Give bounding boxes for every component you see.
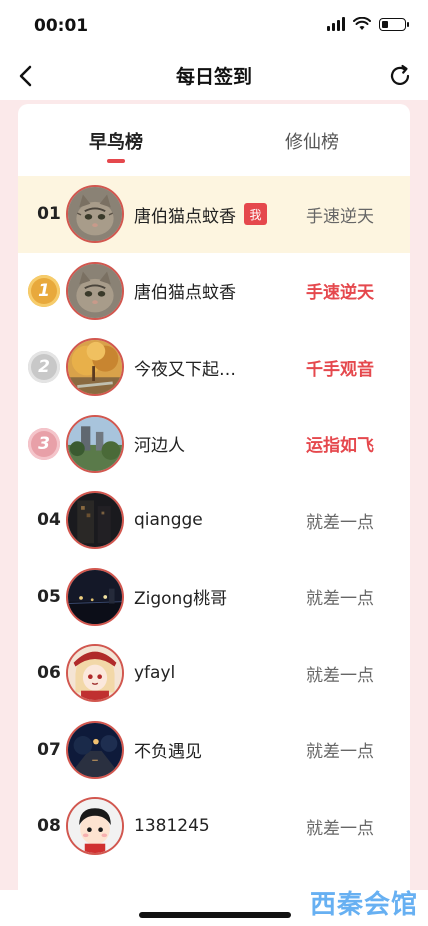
- status-bar: 00:01: [0, 0, 428, 52]
- tab-early-bird[interactable]: 早鸟榜: [18, 104, 214, 176]
- leaderboard-card: 早鸟榜 修仙榜 01 唐伯猫点蚊香 我 手速逆天 1 唐伯猫点蚊香 手速逆天 2…: [18, 104, 410, 890]
- speed-status: 运指如飞: [306, 436, 374, 457]
- username: Zigong桃哥: [134, 589, 228, 610]
- medal-number: 2: [38, 357, 50, 378]
- username: qiangge: [134, 510, 203, 531]
- tab-immortal-label: 修仙榜: [285, 132, 339, 153]
- speed-status: 千手观音: [306, 359, 374, 380]
- cartoon-boy-avatar-image: [68, 799, 122, 854]
- rank-number: 04: [37, 510, 61, 531]
- username: 不负遇见: [134, 742, 202, 763]
- speed-status: 就差一点: [306, 742, 374, 763]
- speed-status: 手速逆天: [306, 283, 374, 304]
- speed-status: 就差一点: [306, 512, 374, 533]
- list-item[interactable]: 05 Zigong桃哥 就差一点: [18, 559, 410, 636]
- avatar: [66, 491, 124, 550]
- username: 唐伯猫点蚊香: [134, 206, 236, 227]
- gold-medal-icon: 1: [28, 274, 60, 307]
- list-item[interactable]: 04 qiangge 就差一点: [18, 482, 410, 559]
- anime-girl-avatar-image: [68, 646, 122, 701]
- rank-number: 05: [37, 586, 61, 607]
- silver-medal-icon: 2: [28, 351, 60, 384]
- list-item[interactable]: 08 1381245 就差一点: [18, 788, 410, 865]
- wifi-icon: [353, 17, 371, 30]
- status-icons: [327, 17, 409, 31]
- rank-number: 01: [37, 204, 61, 225]
- avatar: [66, 261, 124, 320]
- autumn-tree-avatar-image: [68, 340, 122, 395]
- list-item[interactable]: 1 唐伯猫点蚊香 手速逆天: [18, 253, 410, 330]
- avatar: [66, 720, 124, 779]
- avatar: [66, 797, 124, 856]
- username: 1381245: [134, 816, 210, 837]
- username: yfayl: [134, 663, 176, 684]
- rank-number: 07: [37, 739, 61, 760]
- refresh-icon: [390, 64, 410, 85]
- username: 今夜又下起…: [134, 359, 236, 380]
- rank-number: 06: [37, 663, 61, 684]
- battery-icon: [379, 17, 409, 31]
- avatar: [66, 185, 124, 244]
- riverside-avatar-image: [68, 416, 122, 471]
- tab-bar: 早鸟榜 修仙榜: [18, 104, 410, 176]
- list-item[interactable]: 07 不负遇见 就差一点: [18, 712, 410, 789]
- me-badge: 我: [244, 203, 267, 225]
- avatar: [66, 567, 124, 626]
- medal-number: 1: [38, 280, 50, 301]
- speed-status: 手速逆天: [306, 206, 374, 227]
- night-street-avatar-image: [68, 722, 122, 777]
- list-item[interactable]: 2 今夜又下起… 千手观音: [18, 329, 410, 406]
- username: 河边人: [134, 436, 185, 457]
- watermark: 西秦会馆: [309, 890, 418, 920]
- home-indicator: [139, 912, 291, 918]
- tab-early-bird-label: 早鸟榜: [89, 132, 143, 153]
- speed-status: 就差一点: [306, 818, 374, 839]
- avatar: [66, 644, 124, 703]
- list-item[interactable]: 06 yfayl 就差一点: [18, 635, 410, 712]
- speed-status: 就差一点: [306, 665, 374, 686]
- ranking-list: 01 唐伯猫点蚊香 我 手速逆天 1 唐伯猫点蚊香 手速逆天 2 今夜又下起… …: [18, 176, 410, 865]
- avatar: [66, 414, 124, 473]
- tab-immortal[interactable]: 修仙榜: [214, 104, 410, 176]
- nav-bar: 每日签到: [0, 52, 428, 100]
- night-building-avatar-image: [68, 493, 122, 548]
- status-time: 00:01: [34, 16, 89, 36]
- medal-number: 3: [38, 433, 50, 454]
- speed-status: 就差一点: [306, 589, 374, 610]
- cat-avatar-image: [68, 263, 122, 318]
- list-item[interactable]: 3 河边人 运指如飞: [18, 406, 410, 483]
- signal-icon: [327, 17, 345, 31]
- night-city-avatar-image: [68, 569, 122, 624]
- active-tab-indicator: [107, 159, 125, 163]
- rank-number: 08: [37, 816, 61, 837]
- my-rank-row[interactable]: 01 唐伯猫点蚊香 我 手速逆天: [18, 176, 410, 253]
- page-title: 每日签到: [175, 66, 252, 88]
- cat-avatar-image: [68, 187, 122, 242]
- refresh-button[interactable]: [384, 60, 416, 92]
- bronze-medal-icon: 3: [28, 427, 60, 460]
- username: 唐伯猫点蚊香: [134, 283, 236, 304]
- avatar: [66, 338, 124, 397]
